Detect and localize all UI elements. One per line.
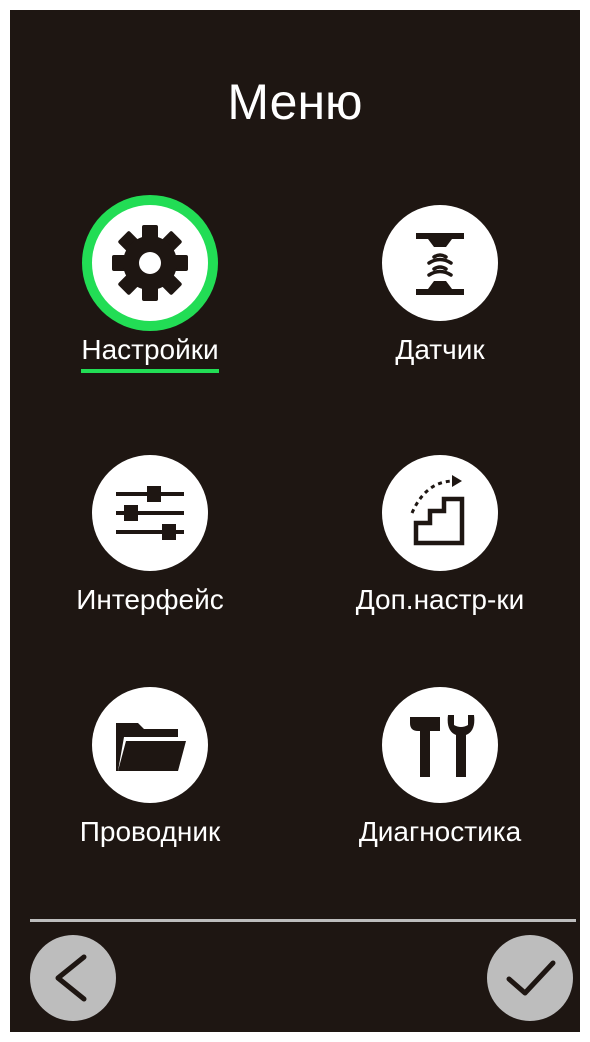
footer-divider [30, 919, 576, 922]
menu-item-settings[interactable]: Настройки [20, 205, 280, 405]
checkmark-icon [506, 960, 556, 996]
menu-item-diagnostics[interactable]: Диагностика [310, 687, 570, 887]
menu-item-label: Настройки [81, 333, 219, 373]
tools-icon [382, 687, 498, 803]
menu-item-file-explorer[interactable]: Проводник [20, 687, 280, 887]
menu-item-label: Доп.настр-ки [355, 584, 525, 615]
menu-item-label: Диагностика [358, 816, 522, 847]
menu-item-label: Датчик [395, 334, 485, 365]
stairs-icon [382, 455, 498, 571]
sensor-icon [382, 205, 498, 321]
confirm-button[interactable] [487, 935, 573, 1021]
menu-item-label: Интерфейс [76, 584, 224, 615]
sliders-icon [92, 455, 208, 571]
folder-icon [92, 687, 208, 803]
menu-item-interface[interactable]: Интерфейс [20, 455, 280, 655]
page-title: Меню [227, 74, 363, 130]
menu-item-label: Проводник [79, 816, 221, 847]
menu-item-sensor[interactable]: Датчик [310, 205, 570, 405]
menu-screen: Меню Настройки Датчик Интерфейс Доп.наст… [10, 10, 580, 1032]
menu-item-advanced-settings[interactable]: Доп.настр-ки [310, 455, 570, 655]
gear-icon [92, 205, 208, 321]
back-button[interactable] [30, 935, 116, 1021]
back-arrow-icon [55, 954, 87, 1002]
